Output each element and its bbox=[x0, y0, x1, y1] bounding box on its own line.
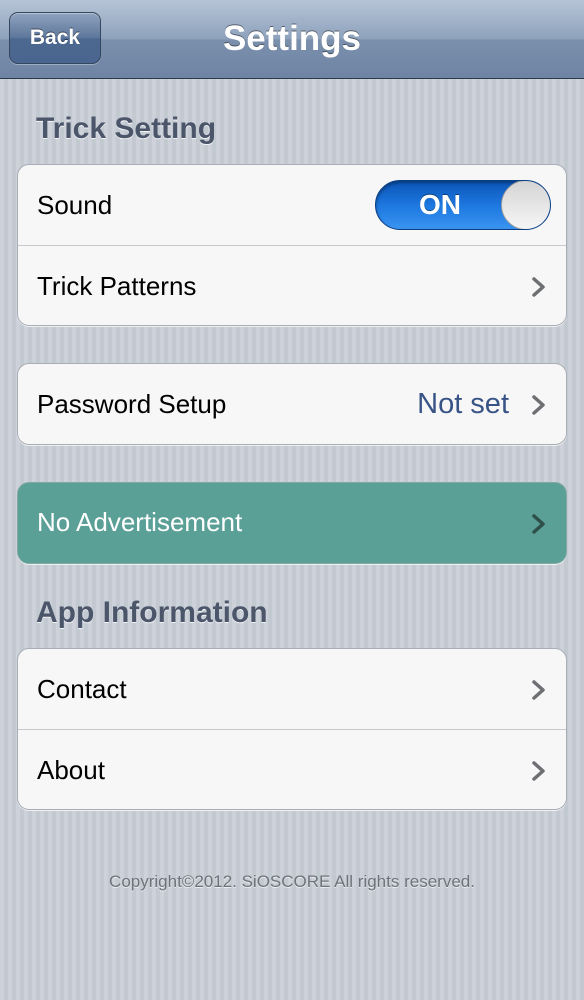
password-group: Password Setup Not set bbox=[17, 363, 567, 445]
trick-settings-group: Sound ON Trick Patterns bbox=[17, 164, 567, 326]
toggle-knob bbox=[501, 181, 550, 229]
no-advertisement-row[interactable]: No Advertisement bbox=[18, 483, 566, 563]
trick-patterns-label: Trick Patterns bbox=[37, 271, 197, 301]
section-header-app-information: App Information bbox=[36, 596, 268, 629]
sound-toggle-state: ON bbox=[419, 189, 461, 220]
about-label: About bbox=[37, 755, 105, 785]
chevron-right-icon bbox=[532, 761, 545, 781]
chevron-right-icon bbox=[532, 514, 545, 534]
no-advertisement-label: No Advertisement bbox=[37, 507, 243, 537]
password-setup-label: Password Setup bbox=[37, 389, 227, 419]
trick-patterns-row[interactable]: Trick Patterns bbox=[18, 245, 566, 325]
no-advertisement-group: No Advertisement bbox=[17, 482, 567, 564]
sound-toggle[interactable]: ON bbox=[375, 180, 551, 230]
section-header-trick-setting: Trick Setting bbox=[36, 112, 217, 145]
contact-row[interactable]: Contact bbox=[18, 649, 566, 729]
sound-row: Sound ON bbox=[18, 165, 566, 245]
navigation-bar: Settings Back bbox=[0, 0, 584, 79]
about-row[interactable]: About bbox=[18, 729, 566, 809]
app-information-group: Contact About bbox=[17, 648, 567, 810]
sound-label: Sound bbox=[37, 190, 113, 220]
password-setup-row[interactable]: Password Setup Not set bbox=[18, 364, 566, 444]
chevron-right-icon bbox=[532, 680, 545, 700]
contact-label: Contact bbox=[37, 674, 127, 704]
back-button[interactable]: Back bbox=[9, 12, 101, 64]
chevron-right-icon bbox=[532, 395, 545, 415]
password-status-value: Not set bbox=[417, 388, 509, 420]
copyright-footer: Copyright©2012. SiOSCORE All rights rese… bbox=[109, 872, 475, 891]
chevron-right-icon bbox=[532, 277, 545, 297]
